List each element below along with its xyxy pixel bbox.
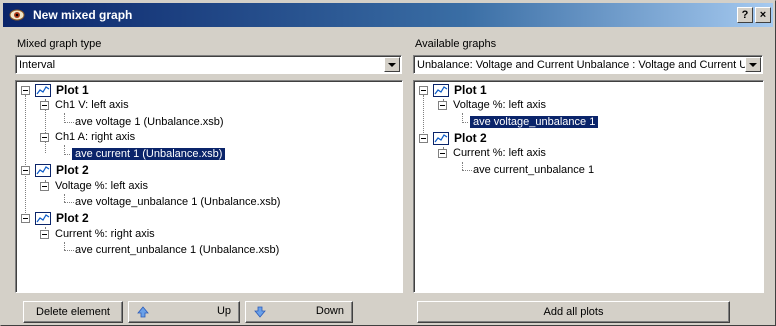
help-button[interactable]: ? (737, 7, 753, 23)
tree-node-label: Current %: left axis (453, 147, 546, 159)
tree-node-label: Plot 2 (454, 131, 487, 145)
window-title: New mixed graph (33, 8, 133, 22)
chart-icon (433, 132, 449, 145)
up-button[interactable]: Up (128, 301, 240, 323)
available-graphs-label: Available graphs (415, 38, 497, 50)
available-series-ave-voltage-unbalance[interactable]: ave voltage_unbalance 1 (468, 114, 600, 130)
tree-node-label: Plot 1 (454, 83, 487, 97)
tree-series-ave-current[interactable]: ave current 1 (Unbalance.xsb) (70, 146, 227, 162)
tree-node-label: Plot 2 (56, 163, 89, 177)
chevron-down-icon[interactable] (384, 57, 400, 72)
arrow-up-icon (137, 306, 149, 321)
mixed-graph-tree[interactable]: Plot 1 Ch1 V: left axis ave voltage 1 (U… (15, 80, 403, 293)
tree-node-label: Voltage %: left axis (453, 99, 546, 111)
tree-line (462, 113, 463, 121)
available-plot-1[interactable]: Plot 1 (454, 82, 487, 98)
dialog-window: New mixed graph ? × Mixed graph type Int… (0, 0, 776, 326)
tree-axis-voltage-pct[interactable]: Voltage %: left axis (55, 178, 148, 194)
mixed-graph-type-select[interactable]: Interval (15, 55, 402, 74)
tree-node-label: Plot 2 (56, 211, 89, 225)
collapse-toggle[interactable] (438, 101, 447, 110)
tree-node-label: ave voltage_unbalance 1 (Unbalance.xsb) (75, 196, 281, 208)
add-all-plots-label: Add all plots (543, 306, 604, 318)
available-series-ave-current-unbalance[interactable]: ave current_unbalance 1 (473, 162, 594, 178)
tree-series-ave-voltage[interactable]: ave voltage 1 (Unbalance.xsb) (75, 114, 224, 130)
tree-plot-1[interactable]: Plot 1 (56, 82, 89, 98)
title-bar[interactable]: New mixed graph ? × (3, 3, 773, 27)
chart-icon (35, 164, 51, 177)
collapse-toggle[interactable] (40, 133, 49, 142)
collapse-toggle[interactable] (40, 182, 49, 191)
collapse-toggle[interactable] (21, 214, 30, 223)
tree-node-label: Ch1 A: right axis (55, 131, 136, 143)
tree-node-label: ave voltage_unbalance 1 (468, 115, 600, 129)
tree-plot-2b[interactable]: Plot 2 (56, 210, 89, 226)
tree-line (462, 170, 472, 171)
down-label: Down (315, 305, 344, 317)
tree-line (462, 162, 463, 170)
collapse-toggle[interactable] (419, 134, 428, 143)
tree-node-label: Ch1 V: left axis (55, 99, 129, 111)
chart-icon (35, 212, 51, 225)
available-axis-voltage-pct[interactable]: Voltage %: left axis (453, 97, 546, 113)
chevron-down-icon[interactable] (745, 57, 761, 72)
chart-icon (433, 84, 449, 97)
tree-node-label: Voltage %: left axis (55, 180, 148, 192)
tree-node-label: ave current 1 (Unbalance.xsb) (70, 147, 227, 161)
collapse-toggle[interactable] (40, 101, 49, 110)
eye-app-icon (9, 9, 25, 21)
available-graphs-tree[interactable]: Plot 1 Voltage %: left axis ave voltage_… (413, 80, 764, 293)
tree-line (64, 122, 74, 123)
up-label: Up (216, 305, 231, 317)
tree-node-label: Current %: right axis (55, 228, 155, 240)
tree-series-ave-current-unbalance[interactable]: ave current_unbalance 1 (Unbalance.xsb) (75, 242, 279, 258)
tree-line (423, 95, 424, 135)
mixed-graph-type-value: Interval (19, 58, 56, 71)
tree-line (64, 242, 65, 250)
chart-icon (35, 84, 51, 97)
collapse-toggle[interactable] (21, 86, 30, 95)
down-button[interactable]: Down (245, 301, 353, 323)
tree-line (64, 250, 74, 251)
tree-line (64, 145, 65, 153)
tree-series-ave-voltage-unbalance[interactable]: ave voltage_unbalance 1 (Unbalance.xsb) (75, 194, 280, 210)
tree-node-label: ave voltage 1 (Unbalance.xsb) (75, 116, 224, 128)
available-plot-2[interactable]: Plot 2 (454, 130, 487, 146)
tree-node-label: ave current_unbalance 1 (473, 164, 595, 176)
tree-line (64, 113, 65, 121)
available-graphs-select[interactable]: Unbalance: Voltage and Current Unbalance… (413, 55, 763, 74)
tree-axis-ch1a[interactable]: Ch1 A: right axis (55, 129, 135, 145)
available-graphs-value: Unbalance: Voltage and Current Unbalance… (417, 58, 745, 71)
delete-element-button[interactable]: Delete element (23, 301, 123, 323)
arrow-down-icon (254, 306, 266, 321)
tree-node-label: Plot 1 (56, 83, 89, 97)
collapse-toggle[interactable] (419, 86, 428, 95)
tree-plot-2[interactable]: Plot 2 (56, 162, 89, 178)
tree-axis-current-pct[interactable]: Current %: right axis (55, 226, 155, 242)
tree-line (25, 95, 26, 215)
tree-line (64, 202, 74, 203)
add-all-plots-button[interactable]: Add all plots (417, 301, 730, 323)
delete-element-label: Delete element (36, 306, 110, 318)
tree-node-label: ave current_unbalance 1 (Unbalance.xsb) (75, 244, 280, 256)
collapse-toggle[interactable] (21, 166, 30, 175)
tree-axis-ch1v[interactable]: Ch1 V: left axis (55, 97, 129, 113)
mixed-graph-type-label: Mixed graph type (17, 38, 102, 50)
tree-line (64, 194, 65, 202)
available-axis-current-pct[interactable]: Current %: left axis (453, 145, 546, 161)
collapse-toggle[interactable] (438, 149, 447, 158)
close-button[interactable]: × (755, 7, 771, 23)
collapse-toggle[interactable] (40, 230, 49, 239)
